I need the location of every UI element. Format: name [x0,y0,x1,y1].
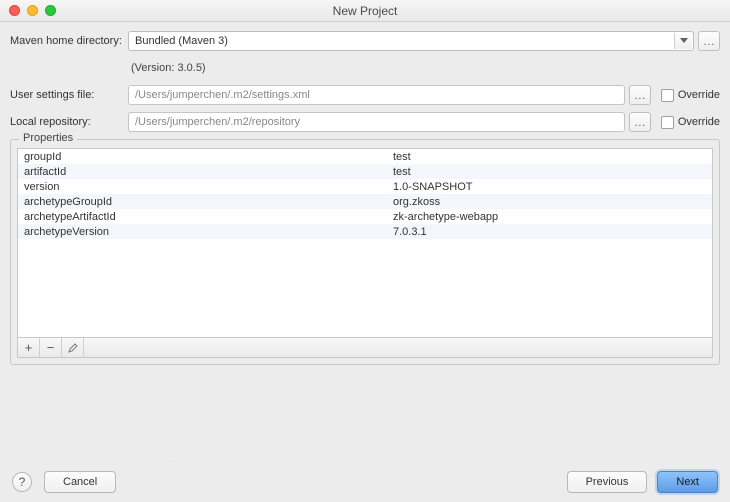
minus-icon: − [47,340,55,355]
property-value: 7.0.3.1 [393,226,712,238]
properties-group: Properties groupIdtestartifactIdtestvers… [10,139,720,365]
maven-home-browse-button[interactable]: … [698,31,720,51]
edit-property-button[interactable] [62,338,84,357]
help-button[interactable]: ? [12,472,32,492]
property-key: archetypeVersion [18,226,393,238]
titlebar: New Project [0,0,730,22]
ellipsis-icon: … [703,34,715,48]
local-repo-label: Local repository: [10,116,128,128]
property-key: groupId [18,151,393,163]
property-value: zk-archetype-webapp [393,211,712,223]
local-repo-input[interactable]: /Users/jumperchen/.m2/repository [128,112,625,132]
window-zoom-button[interactable] [45,5,56,16]
property-value: org.zkoss [393,196,712,208]
property-value: test [393,151,712,163]
local-repo-browse-button[interactable]: … [629,112,651,132]
maven-version-note: (Version: 3.0.5) [128,62,206,74]
plus-icon: + [25,340,33,355]
user-settings-label: User settings file: [10,89,128,101]
footer: ? Cancel Previous Next [0,462,730,502]
local-repo-override-checkbox[interactable] [661,116,674,129]
cancel-button[interactable]: Cancel [44,471,116,493]
window-minimize-button[interactable] [27,5,38,16]
window-close-button[interactable] [9,5,20,16]
property-value: 1.0-SNAPSHOT [393,181,712,193]
property-row[interactable]: archetypeGroupIdorg.zkoss [18,194,712,209]
user-settings-input[interactable]: /Users/jumperchen/.m2/settings.xml [128,85,625,105]
window-title: New Project [0,4,730,18]
property-key: artifactId [18,166,393,178]
property-key: archetypeGroupId [18,196,393,208]
add-property-button[interactable]: + [18,338,40,357]
maven-home-value: Bundled (Maven 3) [135,35,228,47]
property-value: test [393,166,712,178]
maven-home-combo[interactable]: Bundled (Maven 3) [128,31,694,51]
override-label: Override [678,116,720,128]
pencil-icon [68,343,78,353]
user-settings-browse-button[interactable]: … [629,85,651,105]
properties-title: Properties [19,132,77,144]
ellipsis-icon: … [634,115,646,129]
remove-property-button[interactable]: − [40,338,62,357]
chevron-down-icon [674,33,692,49]
property-row[interactable]: artifactIdtest [18,164,712,179]
maven-home-label: Maven home directory: [10,35,128,47]
property-row[interactable]: archetypeArtifactIdzk-archetype-webapp [18,209,712,224]
property-row[interactable]: archetypeVersion7.0.3.1 [18,224,712,239]
properties-table[interactable]: groupIdtestartifactIdtestversion1.0-SNAP… [17,148,713,338]
next-button[interactable]: Next [657,471,718,493]
property-key: archetypeArtifactId [18,211,393,223]
property-row[interactable]: groupIdtest [18,149,712,164]
property-key: version [18,181,393,193]
previous-button[interactable]: Previous [567,471,648,493]
ellipsis-icon: … [634,88,646,102]
property-row[interactable]: version1.0-SNAPSHOT [18,179,712,194]
user-settings-override-checkbox[interactable] [661,89,674,102]
override-label: Override [678,89,720,101]
